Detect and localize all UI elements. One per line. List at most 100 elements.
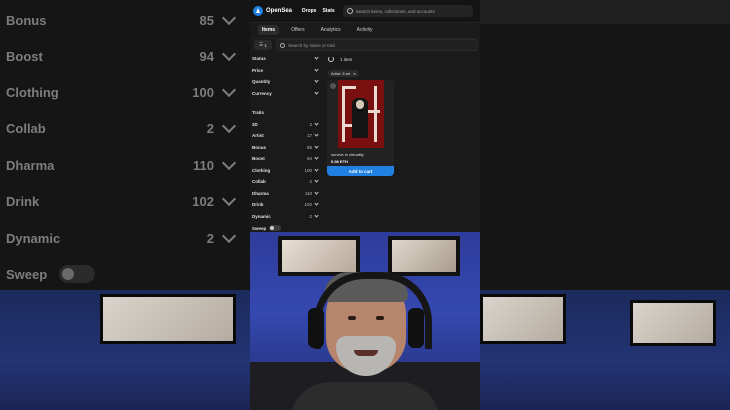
background-left-panel: Bonus 85 Boost 94 Clothing 100 Collab 2 Dhar… xyxy=(0,0,250,410)
background-right-panel xyxy=(480,0,730,410)
bg-webcam-blur xyxy=(0,290,250,410)
chevron-down-icon xyxy=(314,177,319,183)
trait-count: 2 xyxy=(309,178,312,184)
bg-trait-row: Drink 102 xyxy=(6,191,237,211)
bg-trait-label: Dharma xyxy=(6,157,55,173)
chevron-down-icon xyxy=(314,89,319,95)
chevron-down-icon xyxy=(314,166,319,172)
filter-toggle-button[interactable]: ☰ 1 xyxy=(254,40,272,50)
bg-trait-count: 102 xyxy=(192,193,214,209)
trait-count: 110 xyxy=(304,190,312,196)
trait-label: Dynamic xyxy=(252,213,271,219)
opensea-logo-icon[interactable] xyxy=(253,6,263,16)
sidebar-item-quantity[interactable]: Quantity xyxy=(252,77,319,85)
chip-label: Artist: 8 art xyxy=(331,71,351,76)
chevron-down-icon xyxy=(314,131,319,137)
trait-row-drink[interactable]: Drink 102 xyxy=(252,200,319,208)
section-label: Status xyxy=(252,55,266,61)
bg-trait-row: Dharma 110 xyxy=(6,155,237,175)
sweep-row: Sweep xyxy=(252,224,318,232)
chevron-down-icon xyxy=(221,155,237,171)
traits-heading-label: Traits xyxy=(252,109,265,115)
trait-count: 100 xyxy=(304,167,312,173)
chevron-down-icon xyxy=(314,154,319,160)
bg-sweep-label: Sweep xyxy=(6,266,48,282)
sweep-label: Sweep xyxy=(252,225,267,231)
filter-sidebar: Status Price Quantity Currency Traits 3D… xyxy=(250,54,320,232)
chevron-down-icon xyxy=(221,118,237,134)
tab-activity[interactable]: Activity xyxy=(353,25,377,35)
bg-trait-label: Boost xyxy=(6,48,43,64)
bg-trait-row: Dynamic 2 xyxy=(6,228,237,248)
trait-row-artist[interactable]: Artist 17 xyxy=(252,131,319,139)
bg-picture-frame xyxy=(480,294,566,344)
brand-name[interactable]: OpenSea xyxy=(266,8,292,14)
trait-row-collab[interactable]: Collab 2 xyxy=(252,177,319,185)
presenter-mouth xyxy=(354,350,378,356)
bg-trait-count: 110 xyxy=(193,157,214,173)
sweep-toggle[interactable] xyxy=(269,225,282,231)
nft-card[interactable]: survive in virtuality 0.08 ETH Add to ca… xyxy=(327,80,394,176)
chevron-down-icon xyxy=(314,120,319,126)
trait-label: Drink xyxy=(252,201,264,207)
chevron-down-icon xyxy=(221,191,237,207)
bg-webcam-blur xyxy=(480,290,730,410)
bg-sweep-toggle xyxy=(59,265,96,283)
filter-bar: ☰ 1 Search by name or trait xyxy=(250,38,480,52)
favorite-icon[interactable] xyxy=(330,83,336,89)
filter-count: 1 xyxy=(264,42,267,48)
trait-row-clothing[interactable]: Clothing 100 xyxy=(252,166,319,174)
section-label: Price xyxy=(252,67,264,73)
bg-trait-label: Bonus xyxy=(6,12,47,28)
headphone-cup xyxy=(308,308,324,348)
trait-row-3d[interactable]: 3D 2 xyxy=(252,120,319,128)
chevron-down-icon xyxy=(314,143,319,149)
global-search-input[interactable]: Search items, collections, and accounts xyxy=(342,5,473,17)
nav-stats[interactable]: Stats xyxy=(322,8,334,14)
trait-row-dynamic[interactable]: Dynamic 2 xyxy=(252,212,319,220)
trait-label: Collab xyxy=(252,178,266,184)
results-count: 1 item xyxy=(340,56,353,62)
nft-price: 0.08 ETH xyxy=(331,159,348,164)
bg-trait-count: 2 xyxy=(206,120,214,136)
trait-row-bonus[interactable]: Bonus 85 xyxy=(252,143,319,151)
add-to-cart-button[interactable]: Add to cart xyxy=(327,166,394,176)
chevron-down-icon xyxy=(314,200,319,206)
sidebar-item-price[interactable]: Price xyxy=(252,66,319,74)
chevron-down-icon xyxy=(221,46,237,62)
nav-drops[interactable]: Drops xyxy=(302,8,316,14)
trait-label: Bonus xyxy=(252,144,266,150)
sidebar-item-currency[interactable]: Currency xyxy=(252,89,319,97)
bg-trait-count: 2 xyxy=(206,230,214,246)
trait-count: 85 xyxy=(306,144,312,150)
bg-trait-label: Collab xyxy=(6,120,46,136)
bg-trait-row: Bonus 85 xyxy=(6,10,237,30)
bg-trait-count: 100 xyxy=(192,84,214,100)
traits-heading: Traits xyxy=(252,108,318,116)
trait-row-dharma[interactable]: Dharma 110 xyxy=(252,189,319,197)
trait-count: 94 xyxy=(306,155,312,161)
active-filter-chip[interactable]: Artist: 8 art × xyxy=(328,70,359,77)
tab-items[interactable]: Items xyxy=(258,25,280,35)
chevron-down-icon xyxy=(314,212,319,218)
chevron-down-icon xyxy=(314,66,319,72)
close-icon[interactable]: × xyxy=(353,71,355,76)
section-label: Quantity xyxy=(252,78,271,84)
chevron-down-icon xyxy=(314,189,319,195)
refresh-icon[interactable] xyxy=(328,56,334,62)
trait-label: Boost xyxy=(252,155,265,161)
results-header: 1 item xyxy=(328,56,352,62)
chevron-down-icon xyxy=(314,54,319,60)
trait-row-boost[interactable]: Boost 94 xyxy=(252,154,319,162)
tab-offers[interactable]: Offers xyxy=(287,25,309,35)
bg-picture-frame xyxy=(100,294,236,344)
chevron-down-icon xyxy=(221,10,237,26)
tab-analytics[interactable]: Analytics xyxy=(317,25,345,35)
trait-label: 3D xyxy=(252,121,258,127)
sidebar-item-status[interactable]: Status xyxy=(252,54,319,62)
trait-search-input[interactable]: Search by name or trait xyxy=(276,39,478,51)
nft-artwork-image xyxy=(338,80,384,148)
bg-trait-count: 94 xyxy=(199,48,214,64)
trait-count: 2 xyxy=(309,213,312,219)
nft-title: survive in virtuality xyxy=(331,152,364,157)
